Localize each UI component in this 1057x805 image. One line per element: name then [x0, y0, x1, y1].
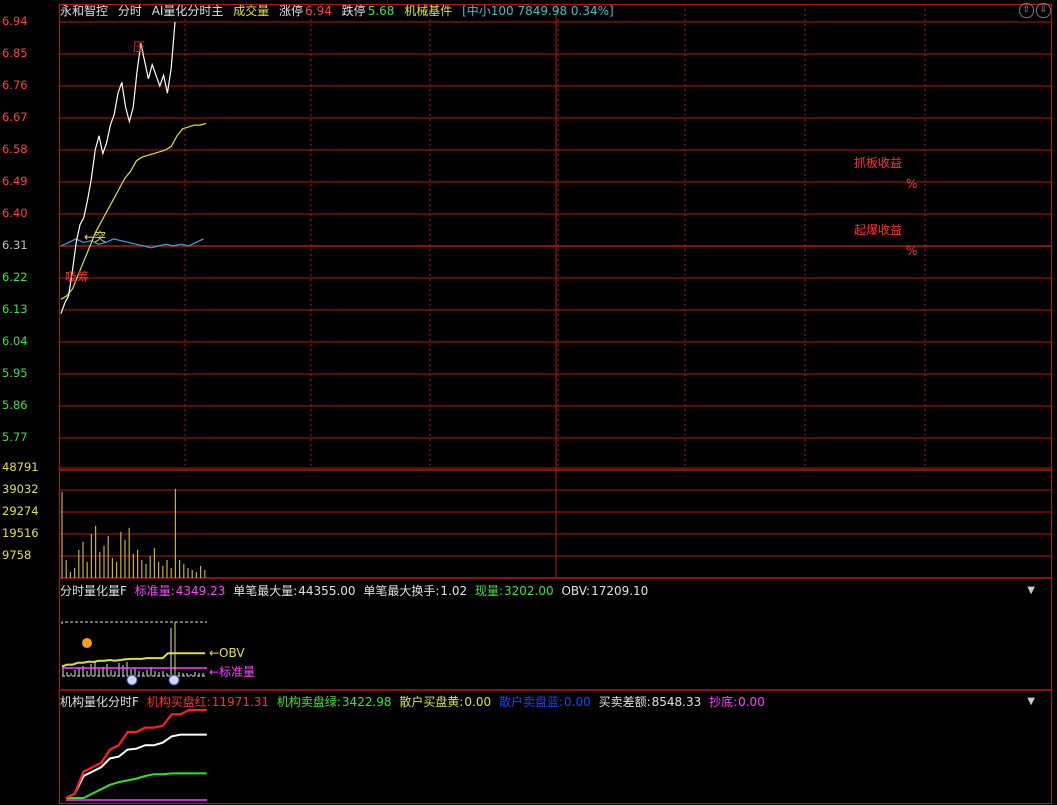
inst-buy-label: 机构买盘红:: [146, 695, 211, 709]
retail-sell-label: 散户卖盘蓝:: [498, 695, 564, 709]
price-tick-label: 6.04: [2, 334, 28, 348]
limit-up-value: 6.94: [305, 4, 332, 18]
grab-limit-return-pct: %: [906, 177, 918, 191]
volume-tick-label: 9758: [2, 548, 32, 562]
gold-coin-icon: [82, 638, 92, 648]
volume-label: 成交量: [233, 4, 270, 18]
main-indicator[interactable]: AI量化分时主: [152, 4, 224, 18]
signal-icon: [126, 674, 138, 686]
bottom-label: 抄底:: [709, 695, 738, 709]
price-tick-label: 6.67: [2, 110, 28, 124]
price-tick-label: 6.58: [2, 142, 28, 156]
volume-tick-label: 48791: [2, 460, 39, 474]
support-marker: 吸筹: [65, 270, 90, 284]
inst-buy-value: 11971.31: [211, 695, 270, 709]
volume-tick-label: 39032: [2, 482, 39, 496]
obv-label: OBV:: [561, 584, 591, 598]
limit-up-label: 涨停: [279, 4, 304, 18]
start-return-pct: %: [906, 244, 918, 258]
inst-sell-value: 3422.98: [341, 695, 392, 709]
std-volume-tag: ←标准量: [209, 665, 256, 679]
price-tick-label: 6.13: [2, 302, 28, 316]
institution-indicator-header: 机构量化分时F 机构买盘红:11971.31 机构卖盘绿:3422.98 散户买…: [60, 693, 769, 710]
max-volume-dash: [61, 621, 207, 624]
index-info[interactable]: [中小100 7849.98 0.34%]: [462, 4, 614, 18]
indicator-name[interactable]: 机构量化分时F: [60, 695, 139, 709]
obv-line: [61, 652, 206, 668]
max-volume-label: 单笔最大量:: [233, 584, 298, 598]
chevron-down-icon[interactable]: ▼: [1027, 585, 1035, 596]
price-tick-label: 6.85: [2, 46, 28, 60]
diff-label: 买卖差额:: [598, 695, 651, 709]
inst-sell-line: [66, 772, 207, 799]
volume-bars: [61, 488, 206, 578]
indicator-name[interactable]: 分时量化量F: [60, 584, 127, 598]
max-turnover-value: 1.02: [440, 584, 468, 598]
retail-sell-value: 0.00: [564, 695, 591, 709]
lower-blank-area: [296, 780, 1051, 803]
pressure-marker: 压: [133, 40, 146, 54]
max-volume-value: 44355.00: [298, 584, 356, 598]
chart-header: 永和智控 分时 AI量化分时主 成交量 涨停 6.94 跌停 5.68 机械基件 […: [60, 2, 620, 20]
view-mode[interactable]: 分时: [118, 4, 142, 18]
limit-down-label: 跌停: [341, 4, 366, 18]
inst-sell-label: 机构卖盘绿:: [276, 695, 341, 709]
current-volume-label: 现量:: [474, 584, 504, 598]
std-volume-label: 标准量:: [134, 584, 175, 598]
obv-value: 17209.10: [591, 584, 649, 598]
chart-frame: [59, 4, 1052, 804]
max-turnover-label: 单笔最大换手:: [363, 584, 440, 598]
breakout-marker: ←突: [84, 230, 107, 244]
chevron-down-icon[interactable]: ▼: [1027, 696, 1035, 707]
limit-down-value: 5.68: [367, 4, 395, 18]
bottom-value: 0.00: [738, 695, 765, 709]
volume-indicator-header: 分时量化量F 标准量:4349.23 单笔最大量:44355.00 单笔最大换手…: [60, 582, 652, 599]
signal-icon: [168, 674, 180, 686]
current-volume-value: 3202.00: [504, 584, 554, 598]
net-flow-line: [65, 733, 207, 799]
scroll-up-button[interactable]: ⇧: [1019, 3, 1034, 18]
price-tick-label: 6.31: [2, 238, 28, 252]
grid-lines: [59, 4, 1052, 804]
stock-name: 永和智控: [60, 4, 109, 18]
volume-tick-label: 29274: [2, 504, 39, 518]
price-tick-label: 5.95: [2, 366, 28, 380]
std-volume-value: 4349.23: [175, 584, 226, 598]
price-tick-label: 6.76: [2, 78, 28, 92]
volume-tick-label: 19516: [2, 526, 39, 540]
price-tick-label: 5.77: [2, 430, 28, 444]
price-tick-label: 5.86: [2, 398, 28, 412]
price-tick-label: 6.40: [2, 206, 28, 220]
price-tick-label: 6.49: [2, 174, 28, 188]
obv-tag: ←OBV: [209, 646, 245, 660]
scroll-down-button[interactable]: ⇩: [1036, 3, 1051, 18]
diff-value: 8548.33: [651, 695, 702, 709]
retail-buy-label: 散户买盘黄:: [399, 695, 464, 709]
grab-limit-return-label: 抓板收益: [854, 156, 903, 170]
inst-buy-line: [65, 708, 207, 799]
sector-name[interactable]: 机械基件: [404, 4, 452, 18]
retail-buy-value: 0.00: [464, 695, 492, 709]
price-tick-label: 6.22: [2, 270, 28, 284]
start-return-label: 起爆收益: [854, 223, 903, 237]
price-tick-label: 6.94: [2, 14, 28, 28]
